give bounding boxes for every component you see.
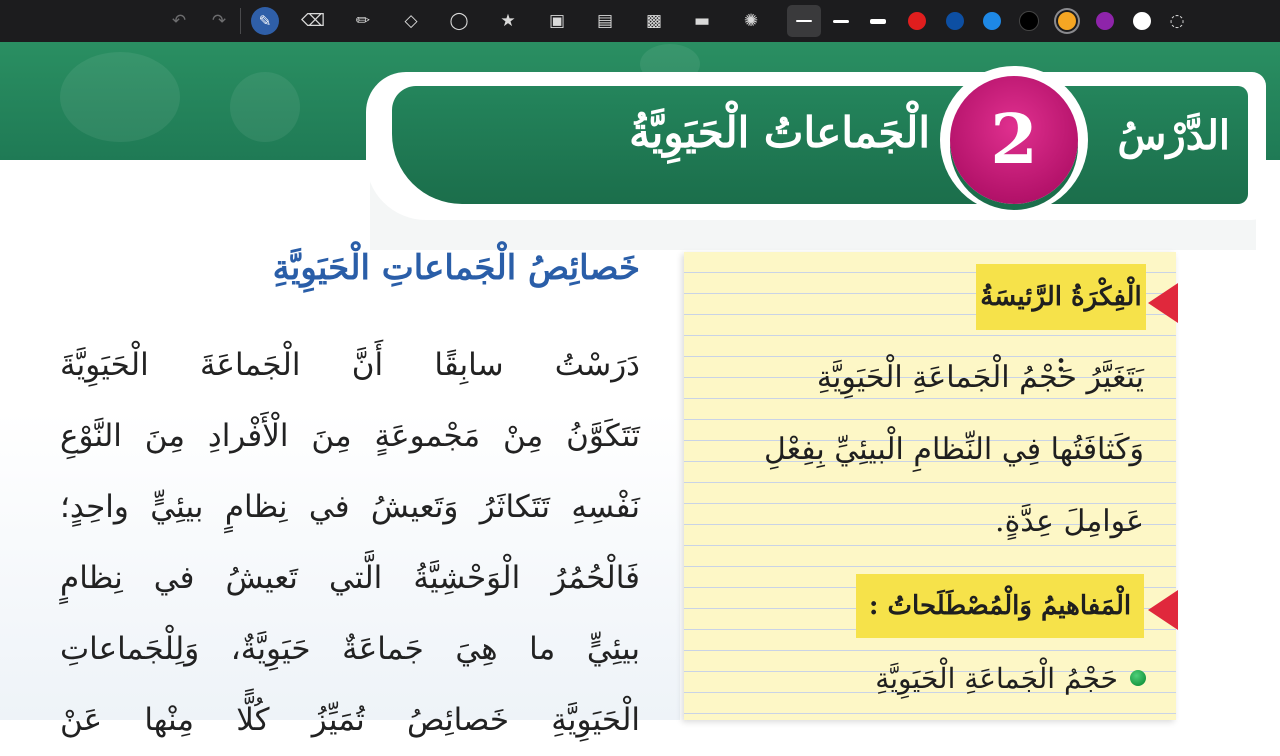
- stroke-thin-button[interactable]: [787, 5, 821, 37]
- red-pointer-icon: [1148, 590, 1178, 630]
- decorative-animal: [230, 72, 300, 142]
- color-black-button[interactable]: [1013, 5, 1045, 37]
- pen-icon: ✎: [251, 7, 279, 35]
- paragraph-line: فَالْحُمُرُ الْوَحْشِيَّةُ الَّتي تَعيشُ…: [60, 560, 640, 596]
- stroke-thick-icon: [870, 18, 886, 24]
- main-idea-line: وَكَثافَتُها فِي النِّظامِ الْبيئِيِّ بِ…: [763, 432, 1144, 467]
- color-swatch: [1133, 12, 1151, 30]
- lesson-title: الْجَماعاتُ الْحَيَوِيَّةُ: [629, 108, 930, 157]
- color-swatch-selected: [1058, 12, 1076, 30]
- color-purple-button[interactable]: [1089, 5, 1121, 37]
- main-idea-text: يَتَغَيَّرُ حَجْمُ الْجَماعَةِ الْحَيَوِ…: [700, 342, 1144, 558]
- stroke-thin-icon: [796, 20, 812, 22]
- paragraph-line: نَفْسِهِ تَتَكاثَرُ وَتَعيشُ في نِظامٍ ب…: [60, 489, 640, 525]
- color-darkblue-button[interactable]: [939, 5, 971, 37]
- concept-term: حَجْمُ الْجَماعَةِ الْحَيَوِيَّةِ: [875, 661, 1118, 695]
- stroke-medium-icon: [833, 19, 849, 23]
- paragraph-line: الْحَيَوِيَّةِ خَصائِصُ تُمَيِّزُ كُلًّا…: [60, 702, 640, 738]
- main-idea-line: يَتَغَيَّرُ حَجْمُ الْجَماعَةِ الْحَيَوِ…: [816, 360, 1144, 395]
- paragraph-line: دَرَسْتُ سابِقًا أَنَّ الْجَماعَةَ الْحَ…: [60, 347, 640, 383]
- undo-icon[interactable]: ↶: [163, 5, 195, 37]
- lesson-paragraph: دَرَسْتُ سابِقًا أَنَّ الْجَماعَةَ الْحَ…: [60, 330, 640, 756]
- pen-tool-button[interactable]: ✎: [249, 5, 281, 37]
- color-swatch: [983, 12, 1001, 30]
- paragraph-line: تَتَكَوَّنُ مِنْ مَجْموعَةٍ مِنَ الْأَفْ…: [60, 418, 640, 454]
- section-heading: خَصائِصُ الْجَماعاتِ الْحَيَوِيَّةِ: [272, 248, 640, 288]
- scan-icon[interactable]: ▩: [638, 5, 670, 37]
- color-blue-button[interactable]: [976, 5, 1008, 37]
- color-swatch: [1019, 11, 1039, 31]
- main-idea-line: عَوامِلَ عِدَّةٍ.: [995, 504, 1144, 539]
- highlighter-icon[interactable]: ✏: [347, 5, 379, 37]
- star-sticker-icon[interactable]: ★: [492, 5, 524, 37]
- redo-icon[interactable]: ↷: [203, 5, 235, 37]
- text-icon[interactable]: ▤: [589, 5, 621, 37]
- color-picker-icon[interactable]: ◌: [1161, 5, 1193, 37]
- color-white-button[interactable]: [1126, 5, 1158, 37]
- image-icon[interactable]: ▣: [541, 5, 573, 37]
- concepts-label: الْمَفاهيمُ وَالْمُصْطَلَحاتُ :: [856, 574, 1144, 638]
- color-orange-button[interactable]: [1051, 5, 1083, 37]
- stroke-thick-button[interactable]: [862, 5, 894, 37]
- main-idea-label: الْفِكْرَةُ الرَّئيسَةُ :: [976, 264, 1146, 378]
- annotation-toolbar: ↶ ↷ ✎ ⌫ ✏ ◇ ◯ ★ ▣ ▤ ▩ ▬ ✺ ◌: [0, 0, 1280, 42]
- lasso-icon[interactable]: ◯: [443, 5, 475, 37]
- red-pointer-icon: [1148, 283, 1178, 323]
- ruler-icon[interactable]: ▬: [686, 5, 718, 37]
- color-swatch: [908, 12, 926, 30]
- color-swatch: [1096, 12, 1114, 30]
- color-red-button[interactable]: [901, 5, 933, 37]
- shapes-icon[interactable]: ◇: [395, 5, 427, 37]
- decorative-tree: [60, 52, 180, 142]
- toolbar-divider: [240, 8, 241, 34]
- paragraph-line: بيئِيٍّ ما هِيَ جَماعَةٌ حَيَوِيَّةٌ، وَ…: [60, 631, 640, 667]
- stroke-medium-button[interactable]: [825, 5, 857, 37]
- green-bullet-icon: [1130, 670, 1146, 686]
- concept-list-item: حَجْمُ الْجَماعَةِ الْحَيَوِيَّةِ: [840, 650, 1146, 706]
- color-swatch: [946, 12, 964, 30]
- eraser-icon[interactable]: ⌫: [297, 5, 329, 37]
- laser-pointer-icon[interactable]: ✺: [735, 5, 767, 37]
- lesson-number-badge: 2: [950, 76, 1078, 204]
- lesson-label: الدَّرْسُ: [1117, 112, 1230, 159]
